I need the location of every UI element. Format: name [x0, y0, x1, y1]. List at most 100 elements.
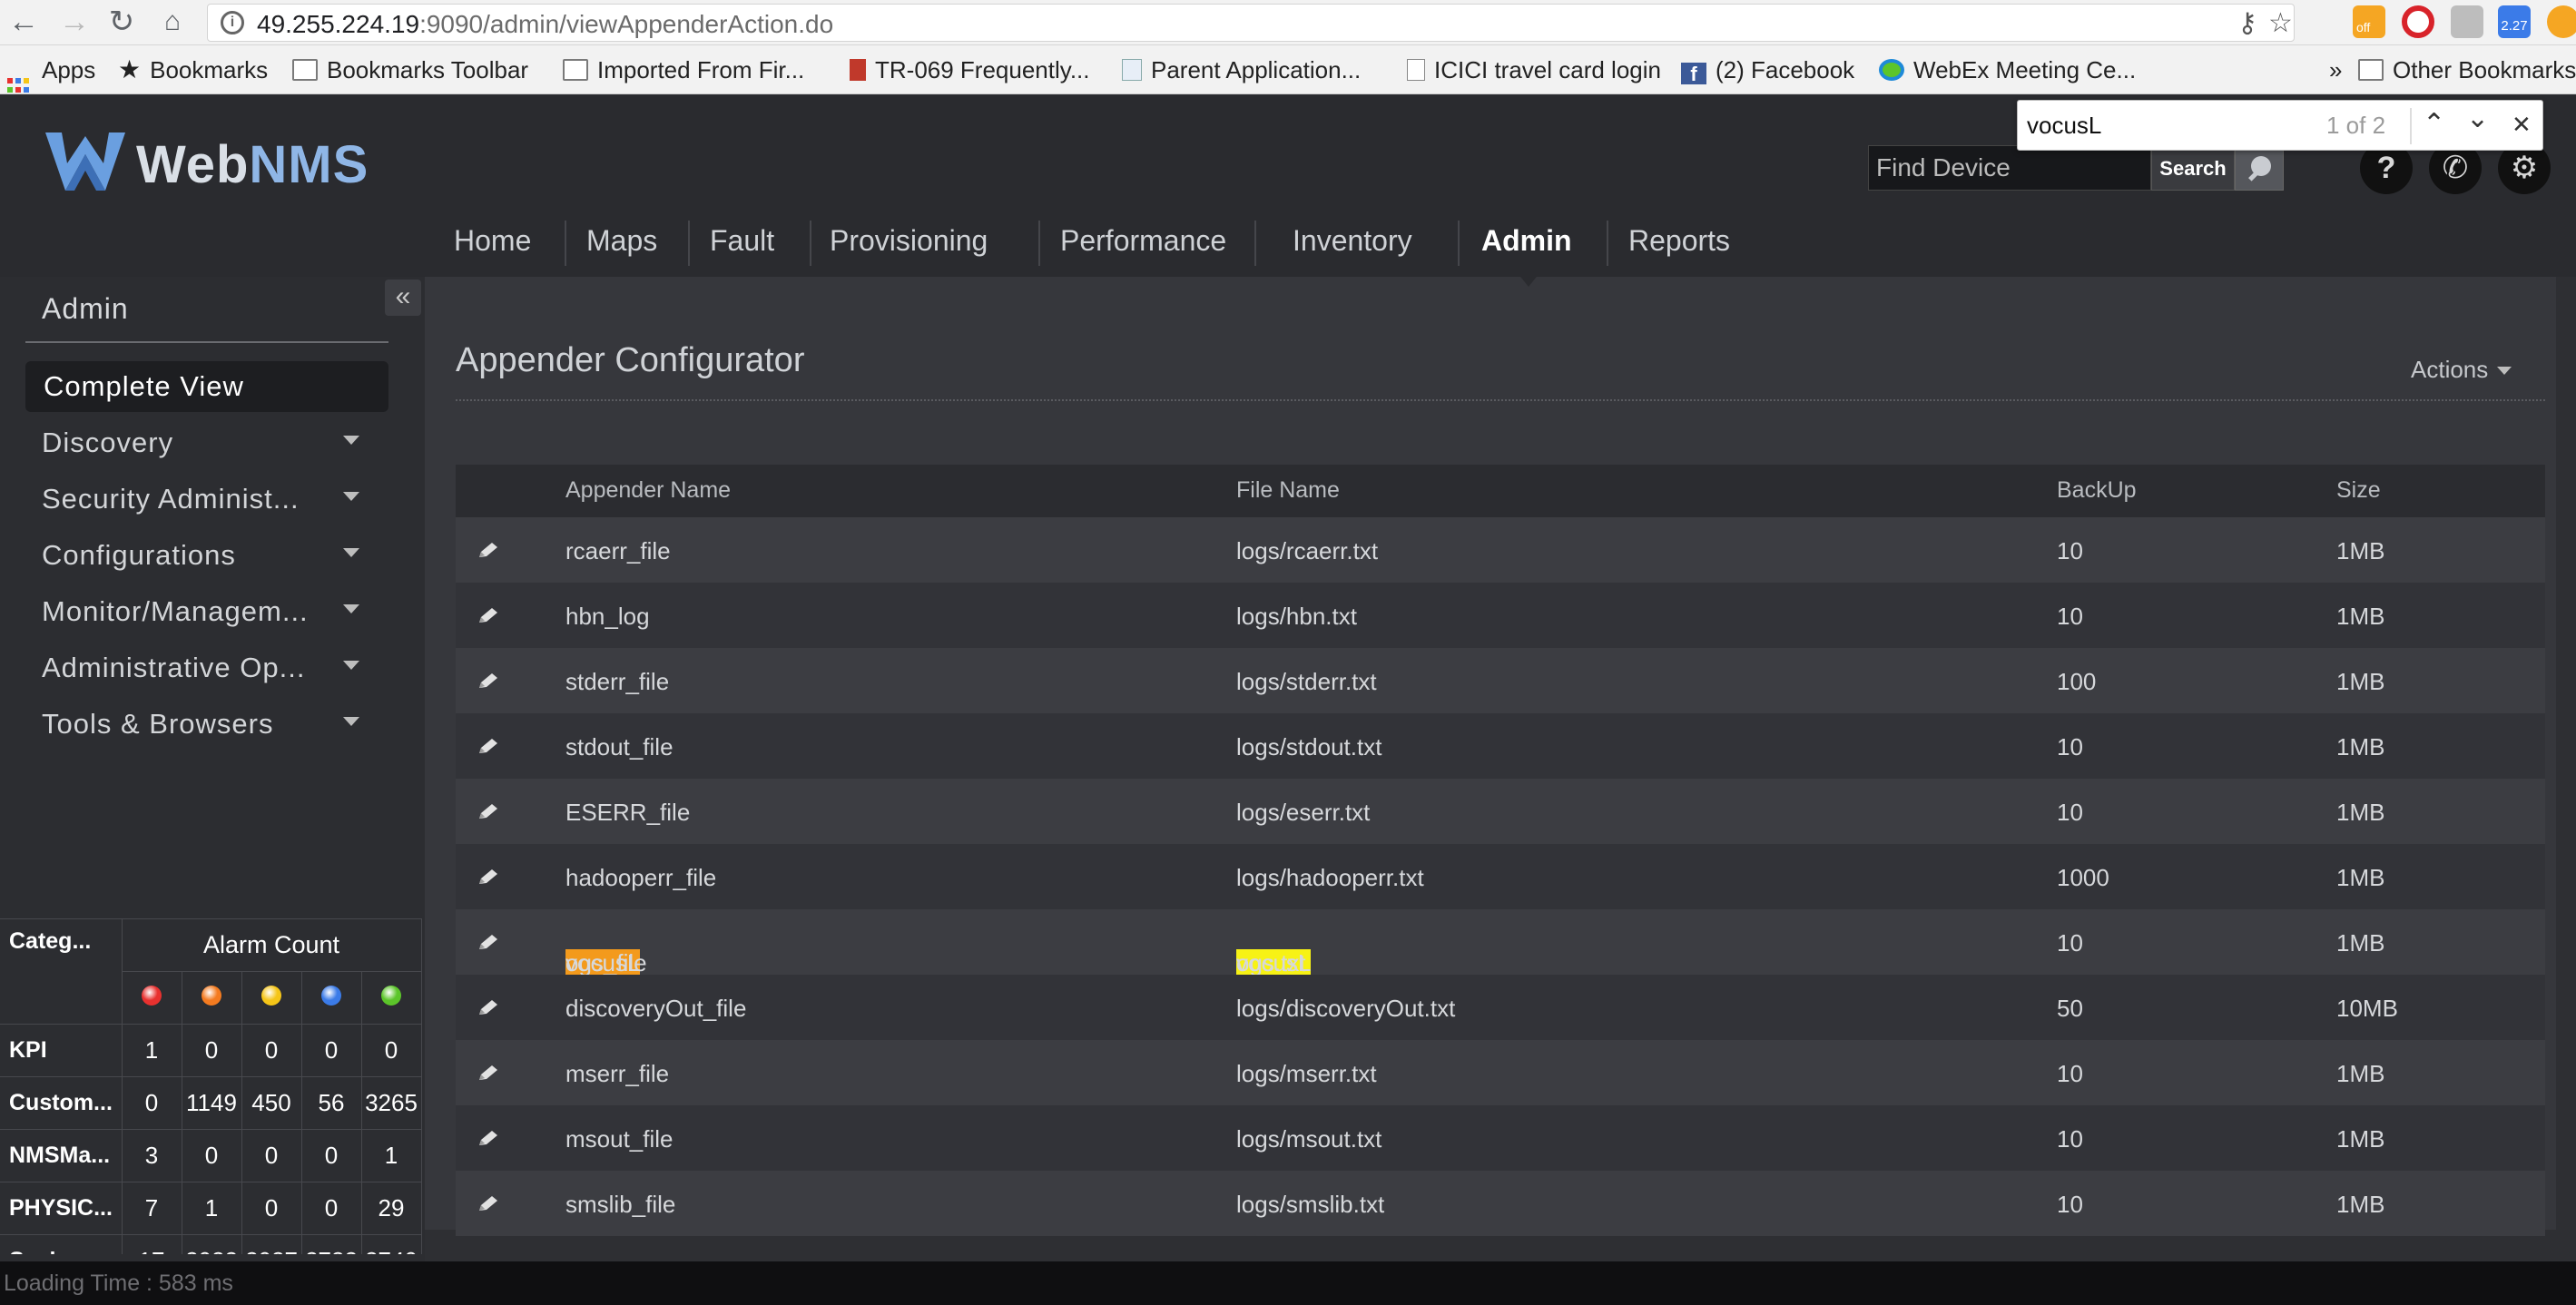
chevron-down-icon[interactable]	[343, 604, 359, 613]
key-icon[interactable]: ⚷	[2237, 10, 2257, 37]
alarm-count[interactable]: 0	[241, 1024, 302, 1077]
table-row[interactable]: rcaerr_file logs/rcaerr.txt 10 1MB	[456, 517, 2545, 583]
tab-admin[interactable]: Admin	[1481, 213, 1572, 268]
appender-name[interactable]: msout_file	[565, 1125, 673, 1153]
actions-menu-button[interactable]: Actions	[2411, 356, 2512, 384]
alarm-category[interactable]: PHYSIC...	[0, 1182, 123, 1235]
table-row[interactable]: stderr_file logs/stderr.txt 100 1MB	[456, 648, 2545, 713]
column-header-file-name[interactable]: File Name	[1236, 477, 1340, 504]
table-row[interactable]: hbn_log logs/hbn.txt 10 1MB	[456, 583, 2545, 648]
bookmark-toolbar-folder[interactable]: Bookmarks Toolbar	[292, 54, 528, 85]
edit-pencil-icon[interactable]	[476, 868, 503, 888]
bookmark-icici[interactable]: ICICI travel card login	[1407, 54, 1661, 85]
home-icon[interactable]: ⌂	[154, 4, 191, 40]
alarm-row-nmsma[interactable]: NMSMa... 3 0 0 0 1	[0, 1129, 422, 1182]
alarm-count[interactable]: 3	[121, 1129, 182, 1182]
alarm-row-syslog[interactable]: Syslog... 17 2022 2027 2732 3740	[0, 1234, 422, 1254]
bookmark-imported-folder[interactable]: Imported From Fir...	[563, 54, 804, 85]
sidebar-item-monitor-management[interactable]: Monitor/Managem...	[42, 595, 309, 628]
column-header-size[interactable]: Size	[2336, 477, 2381, 504]
edit-pencil-icon[interactable]	[476, 1129, 503, 1149]
alarm-count[interactable]: 0	[181, 1129, 242, 1182]
opera-extension-icon[interactable]	[2402, 5, 2434, 38]
alarm-count[interactable]: 56	[300, 1076, 362, 1130]
alarm-count[interactable]: 3265	[360, 1076, 422, 1130]
column-header-backup[interactable]: BackUp	[2057, 477, 2137, 504]
alarm-count[interactable]: 0	[300, 1024, 362, 1077]
alarm-count[interactable]: 29	[360, 1182, 422, 1235]
tab-home[interactable]: Home	[454, 213, 531, 268]
edit-pencil-icon[interactable]	[476, 606, 503, 626]
alarm-row-custom[interactable]: Custom... 0 1149 450 56 3265	[0, 1076, 422, 1130]
alarm-row-kpi[interactable]: KPI 1 0 0 0 0	[0, 1024, 422, 1077]
bookmark-tr069[interactable]: TR-069 Frequently...	[850, 54, 1090, 85]
table-row[interactable]: smslib_file logs/smslib.txt 10 1MB	[456, 1171, 2545, 1236]
tab-performance[interactable]: Performance	[1060, 213, 1226, 268]
alarm-count[interactable]: 2022	[181, 1234, 242, 1254]
reload-icon[interactable]: ↻	[103, 4, 140, 40]
sidebar-item-configurations[interactable]: Configurations	[42, 539, 236, 572]
alarm-count[interactable]: 1149	[181, 1076, 242, 1130]
sidebar-item-tools-browsers[interactable]: Tools & Browsers	[42, 708, 273, 741]
extension-icon[interactable]	[2451, 5, 2483, 38]
chevron-down-icon[interactable]	[343, 492, 359, 501]
edit-pencil-icon[interactable]	[476, 933, 503, 953]
magnifier-icon[interactable]	[2235, 145, 2284, 191]
table-row[interactable]: hadooperr_file logs/hadooperr.txt 1000 1MB	[456, 844, 2545, 909]
alarm-count[interactable]: 1	[360, 1129, 422, 1182]
bookmark-facebook[interactable]: f (2) Facebook	[1681, 54, 1854, 85]
table-row[interactable]: vocusLogs_filelogs/vocusLogs.txt101MB	[456, 909, 2545, 977]
alarm-count[interactable]: 0	[121, 1076, 182, 1130]
alarm-count[interactable]: 0	[181, 1024, 242, 1077]
find-device-search-button[interactable]: Search	[2151, 145, 2235, 191]
find-previous-icon[interactable]: ⌃	[2423, 106, 2445, 142]
sidebar-item-discovery[interactable]: Discovery	[42, 427, 173, 459]
appender-name[interactable]: ESERR_file	[565, 799, 690, 827]
alarm-count[interactable]: 0	[241, 1129, 302, 1182]
alarm-count[interactable]: 450	[241, 1076, 302, 1130]
tab-provisioning[interactable]: Provisioning	[830, 213, 988, 268]
alarm-count[interactable]: 2027	[241, 1234, 302, 1254]
alarm-category[interactable]: Syslog...	[0, 1234, 123, 1254]
table-row[interactable]: mserr_file logs/mserr.txt 10 1MB	[456, 1040, 2545, 1105]
edit-pencil-icon[interactable]	[476, 672, 503, 692]
table-row[interactable]: stdout_file logs/stdout.txt 10 1MB	[456, 713, 2545, 779]
edit-pencil-icon[interactable]	[476, 998, 503, 1018]
extension-off-icon[interactable]: off	[2353, 5, 2385, 38]
edit-pencil-icon[interactable]	[476, 1064, 503, 1084]
bookmark-other-folder[interactable]: Other Bookmarks	[2358, 54, 2576, 85]
edit-pencil-icon[interactable]	[476, 802, 503, 822]
bookmark-bookmarks[interactable]: ★ Bookmarks	[118, 54, 268, 85]
find-in-page-input[interactable]: vocusL	[2027, 112, 2101, 140]
extension-icon-2[interactable]	[2547, 5, 2576, 38]
find-device-input[interactable]: Find Device	[1868, 145, 2151, 191]
appender-name[interactable]: rcaerr_file	[565, 537, 671, 565]
appender-name[interactable]: hadooperr_file	[565, 864, 716, 892]
appender-name[interactable]: hbn_log	[565, 603, 650, 631]
bookmark-apps[interactable]: Apps	[7, 54, 95, 103]
alarm-count[interactable]: 1	[121, 1024, 182, 1077]
sidebar-item-administrative-operations[interactable]: Administrative Op...	[42, 652, 305, 684]
forward-icon[interactable]: →	[56, 4, 93, 40]
appender-name[interactable]: stderr_file	[565, 668, 669, 696]
tab-fault[interactable]: Fault	[710, 213, 774, 268]
chevron-down-icon[interactable]	[343, 436, 359, 445]
back-icon[interactable]: ←	[5, 4, 42, 40]
alarm-count[interactable]: 17	[121, 1234, 182, 1254]
chevron-down-icon[interactable]	[343, 548, 359, 557]
tab-inventory[interactable]: Inventory	[1293, 213, 1412, 268]
speed-extension-icon[interactable]: 2.27	[2498, 5, 2531, 38]
alarm-category[interactable]: Custom...	[0, 1076, 123, 1130]
alarm-count[interactable]: 0	[300, 1182, 362, 1235]
alarm-count[interactable]: 0	[300, 1129, 362, 1182]
alarm-count[interactable]: 3740	[360, 1234, 422, 1254]
edit-pencil-icon[interactable]	[476, 737, 503, 757]
alarm-count[interactable]: 7	[121, 1182, 182, 1235]
alarm-count[interactable]: 2732	[300, 1234, 362, 1254]
alarm-count[interactable]: 0	[241, 1182, 302, 1235]
appender-name[interactable]: mserr_file	[565, 1060, 669, 1088]
bookmark-parent-application[interactable]: Parent Application...	[1122, 54, 1361, 85]
alarm-category[interactable]: KPI	[0, 1024, 123, 1077]
tab-maps[interactable]: Maps	[586, 213, 657, 268]
table-row[interactable]: discoveryOut_file logs/discoveryOut.txt 50…	[456, 975, 2545, 1040]
